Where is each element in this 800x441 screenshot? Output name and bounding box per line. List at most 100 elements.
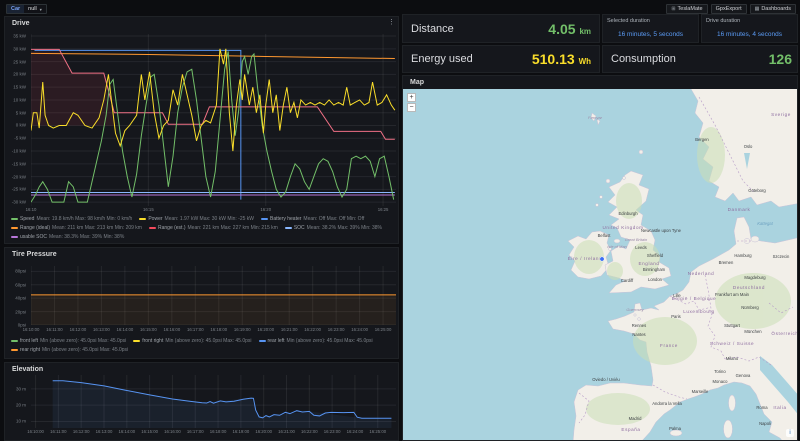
map-label-paris: Paris [671,314,681,319]
x-tick-label: 16:10 [26,207,37,212]
legend-item[interactable]: Range (est.)Mean: 221 km Max: 227 km Min… [149,224,278,232]
map-label-france: France [660,343,678,348]
x-tick-label: 16:15:00 [140,327,157,332]
x-tick-label: 16:19:00 [234,327,251,332]
x-tick-label: 16:20:00 [257,327,274,332]
legend-item[interactable]: front leftMin (above zero): 45.0psi Max:… [11,337,126,345]
map-label-newcastle-upon-tyne: Newcastle upon Tyne [641,228,682,233]
x-tick-label: 16:16:00 [164,429,181,434]
grafana-dashboard: Car null ▾ ⊞TeslaMate GpxExport▦Dashboard… [0,0,800,441]
map-label-danmark: Danmark [728,207,751,212]
map-label-schweiz-suisse: Schweiz / Suisse [710,341,754,346]
sardinia [724,420,733,438]
drive-duration-title: Drive duration [706,18,740,24]
legend-series-stats: Mean: 211 km Max: 213 km Min: 209 km [52,225,142,231]
chart-legend: front leftMin (above zero): 45.0psi Max:… [5,337,400,357]
plot-area[interactable] [31,375,396,428]
map-label-united-kingdom: United Kingdom [602,225,643,230]
legend-swatch [259,340,266,342]
plot-area[interactable] [31,34,396,206]
x-tick-label: 16:14:00 [117,327,134,332]
x-tick-label: 16:24:00 [347,429,364,434]
map-label-great-britain: Great Britain [625,237,648,242]
map-label-n-rnberg: Nürnberg [741,305,759,310]
legend-series-name: SOC [294,225,305,231]
map-label-bremen: Bremen [719,260,734,265]
legend-item[interactable]: rear rightMin (above zero): 45.0psi Max:… [11,346,128,354]
isle-of-man [614,239,620,243]
distance-unit: km [579,27,591,36]
map-label-leeds: Leeds [635,245,646,250]
legend-series-stats: Min (above zero): 45.0psi Max: 45.0psi [165,338,251,344]
car-variable-dropdown[interactable]: Car null ▾ [6,4,47,14]
y-tick-label: 80psi [15,269,26,274]
legend-series-name: front right [142,338,163,344]
legend-item[interactable]: Battery heaterMean: Off Max: Off Min: Of… [261,215,364,223]
x-tick-label: 16:18:00 [210,327,227,332]
y-tick-label: 40psi [15,296,26,301]
europe-map[interactable]: FøroyarSverigeBergenOsloGöteborgDanmarkK… [403,89,798,441]
legend-item[interactable]: usable SOCMean: 38.3% Max: 39% Min: 38% [11,233,124,241]
map-label-sverige: Sverige [771,112,791,117]
map-label-stuttgart: Stuttgart [724,323,741,328]
legend-item[interactable]: PowerMean: 1.97 kW Max: 30 kW Min: -25 k… [139,215,254,223]
legend-series-name: usable SOC [20,234,47,240]
car-variable-value[interactable]: null ▾ [24,5,46,13]
legend-series-stats: Mean: 38.2% Max: 39% Min: 38% [307,225,382,231]
map-label-m-nchen: München [744,329,762,334]
legend-series-stats: Mean: 19.8 km/h Max: 98 km/h Min: 0 km/h [36,216,132,222]
distance-value: 4.05 km [548,21,591,37]
toolbar-button-gpxexport[interactable]: GpxExport [711,4,747,14]
x-tick-label: 16:21:00 [278,429,295,434]
legend-item[interactable]: front rightMin (above zero): 45.0psi Max… [133,337,251,345]
map-label-napoli: Napoli [759,421,771,426]
distance-label: Distance [411,23,454,35]
map-zoom-in-button[interactable]: + [407,93,416,102]
map-label-isle-of-man: Isle of Man [607,244,627,249]
car-variable-label: Car [7,5,24,13]
x-tick-label: 16:25:00 [375,327,392,332]
consumption-label: Consumption [611,53,676,65]
panel-drive-duration: Drive duration 16 minutes, 4 seconds [701,14,798,43]
y-tick-label: 35 kW [13,34,26,39]
map-zoom-out-button[interactable]: − [407,103,416,112]
x-tick-label: 16:11:00 [50,429,66,434]
x-tick-label: 16:14:00 [118,429,135,434]
map-label-hamburg: Hamburg [734,253,752,258]
x-tick-label: 16:19:00 [233,429,250,434]
map-label--sterreich: Österreich [771,330,798,336]
map-label-nantes: Nantes [632,332,645,337]
x-tick-label: 16:16:00 [163,327,180,332]
map-label-belgi-belgique: België / Belgique [672,296,717,301]
y-tick-label: 20 m [16,403,26,408]
x-tick-label: 16:17:00 [187,429,204,434]
drive-location-marker[interactable] [600,257,604,261]
corsica [729,395,736,411]
map-attribution-icon[interactable]: i [786,429,794,437]
toolbar-button-dashboards[interactable]: ▦Dashboards [750,4,796,14]
legend-item[interactable]: rear leftMin (above zero): 45.0psi Max: … [259,337,373,345]
map-label-torino: Torino [714,369,726,374]
y-tick-label: -30 kW [12,200,26,205]
y-tick-label: 5 kW [16,110,26,115]
x-axis: 16:10:0016:11:0016:12:0016:13:0016:14:00… [31,429,396,437]
panel-tire-pressure: Tire Pressure 0psi20psi40psi60psi80psi16… [4,247,399,359]
legend-swatch [149,227,156,229]
legend-swatch [139,218,146,220]
legend-item[interactable]: SpeedMean: 19.8 km/h Max: 98 km/h Min: 0… [11,215,132,223]
map-label-roma: Roma [756,405,768,410]
legend-item[interactable]: SOCMean: 38.2% Max: 39% Min: 38% [285,224,382,232]
legend-swatch [11,218,18,220]
panel-map: Map + − i [402,75,798,441]
map-label-monaco: Monaco [713,379,729,384]
plot-area[interactable] [31,266,396,325]
x-tick-label: 16:13:00 [93,327,110,332]
panel-menu-icon[interactable]: ⋮ [388,19,395,26]
energy-used-label: Energy used [411,53,473,65]
toolbar-button-teslamate[interactable]: ⊞TeslaMate [666,4,707,14]
legend-swatch [133,340,140,342]
legend-swatch [11,227,18,229]
map-label-belfast: Belfast [598,233,612,238]
legend-item[interactable]: Range (ideal)Mean: 211 km Max: 213 km Mi… [11,224,142,232]
y-tick-label: 30 m [16,386,26,391]
